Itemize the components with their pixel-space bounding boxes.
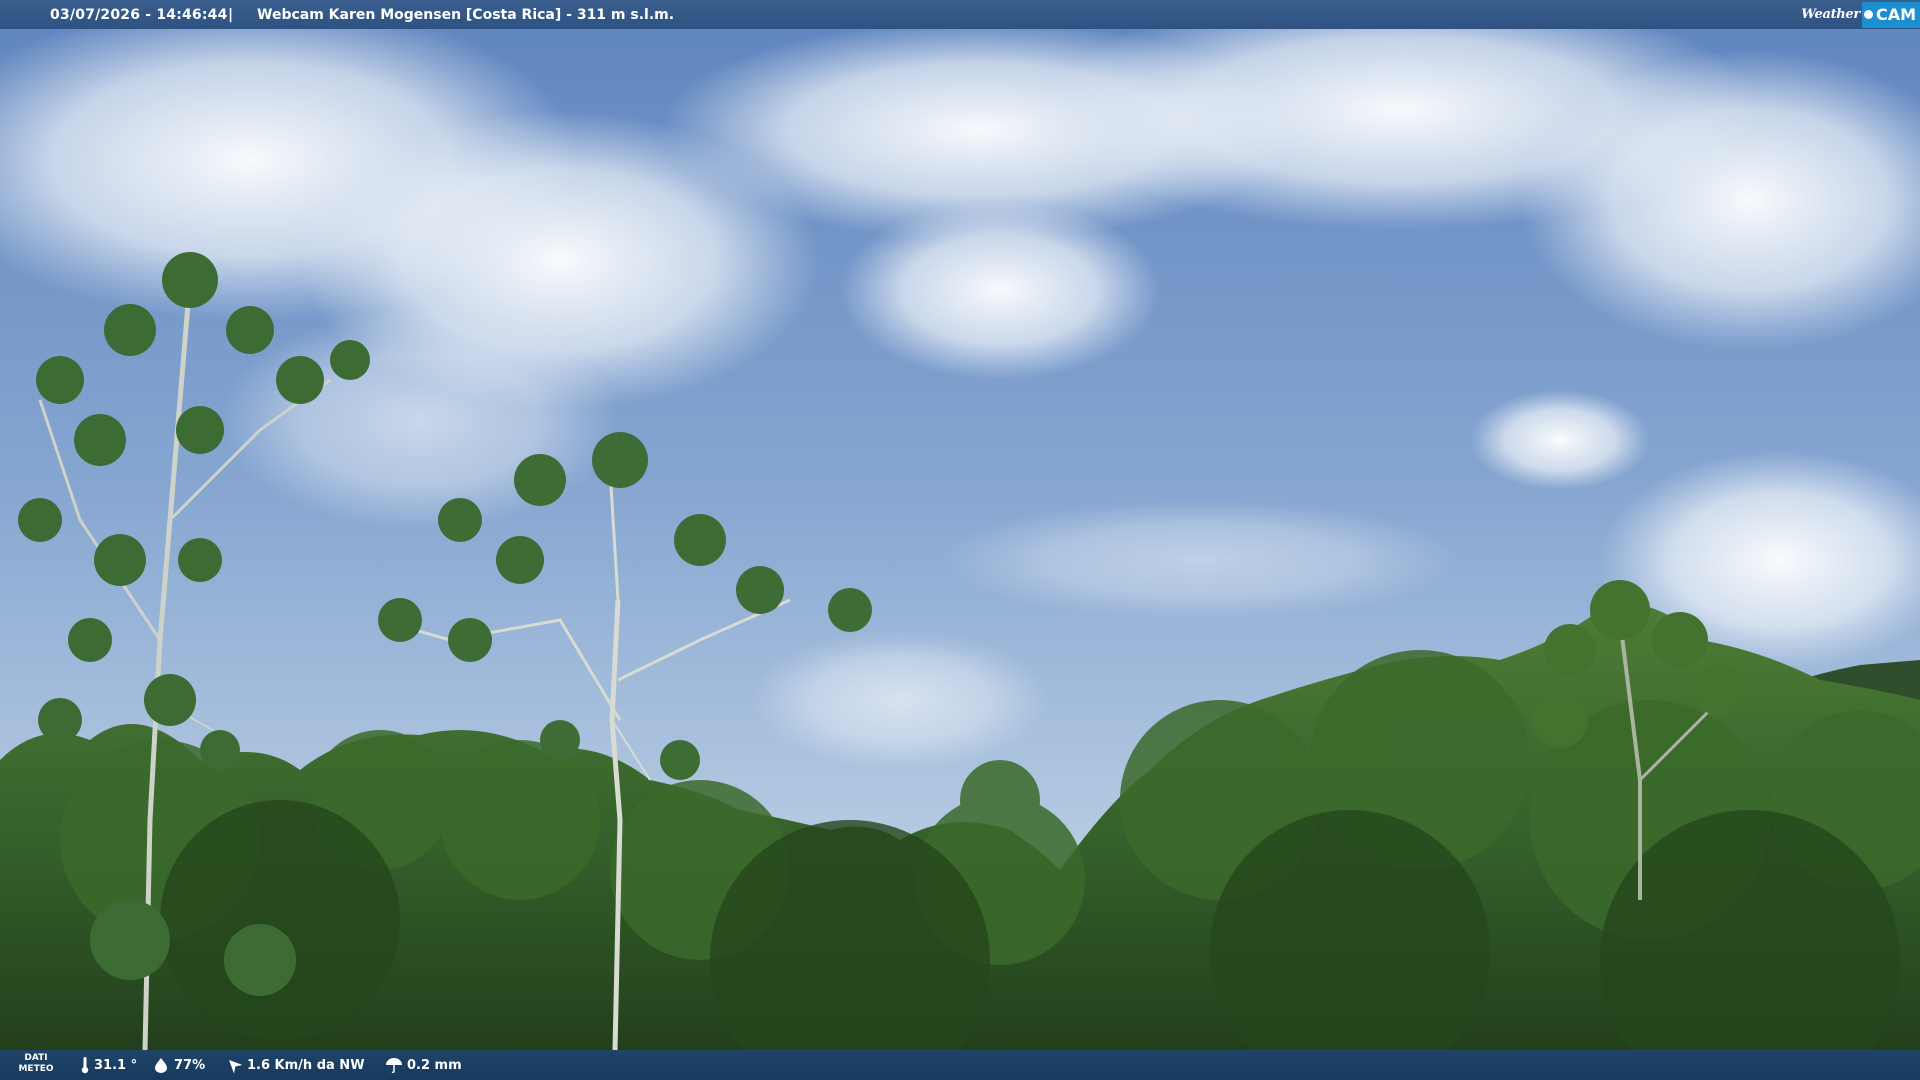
top-info-bar: 03/07/2026 - 14:46:44 | Webcam Karen Mog…	[0, 0, 1920, 29]
rain-value: 0.2 mm	[407, 1057, 462, 1073]
humidity-icon	[152, 1057, 170, 1073]
rain-readout: 0.2 mm	[385, 1050, 462, 1080]
temperature-value: 31.1 °	[94, 1057, 138, 1073]
separator: |	[228, 7, 234, 23]
weathercam-logo: Weather CAM	[1801, 0, 1920, 29]
wind-value: 1.6 Km/h da NW	[247, 1057, 365, 1073]
logo-cam-text: CAM	[1875, 4, 1916, 24]
logo-dot-icon	[1863, 10, 1873, 19]
temperature-readout: 31.1 °	[80, 1050, 137, 1080]
humidity-readout: 77%	[152, 1050, 205, 1080]
wind-direction-icon	[225, 1056, 243, 1074]
webcam-title: Webcam Karen Mogensen [Costa Rica] - 311…	[257, 7, 675, 23]
weather-data-bar: DATI METEO 31.1 ° 77% 1.6 Km/h da NW 0.2…	[0, 1050, 1920, 1080]
logo-cam-badge: CAM	[1861, 1, 1920, 28]
dati-meteo-label: DATI METEO	[18, 1053, 54, 1074]
webcam-image	[0, 0, 1920, 1080]
logo-weather-text: Weather	[1801, 7, 1860, 22]
wind-readout: 1.6 Km/h da NW	[225, 1050, 365, 1080]
humidity-value: 77%	[174, 1057, 206, 1073]
thermometer-icon	[80, 1056, 90, 1074]
datetime: 03/07/2026 - 14:46:44	[50, 7, 228, 23]
rain-umbrella-icon	[385, 1057, 403, 1073]
